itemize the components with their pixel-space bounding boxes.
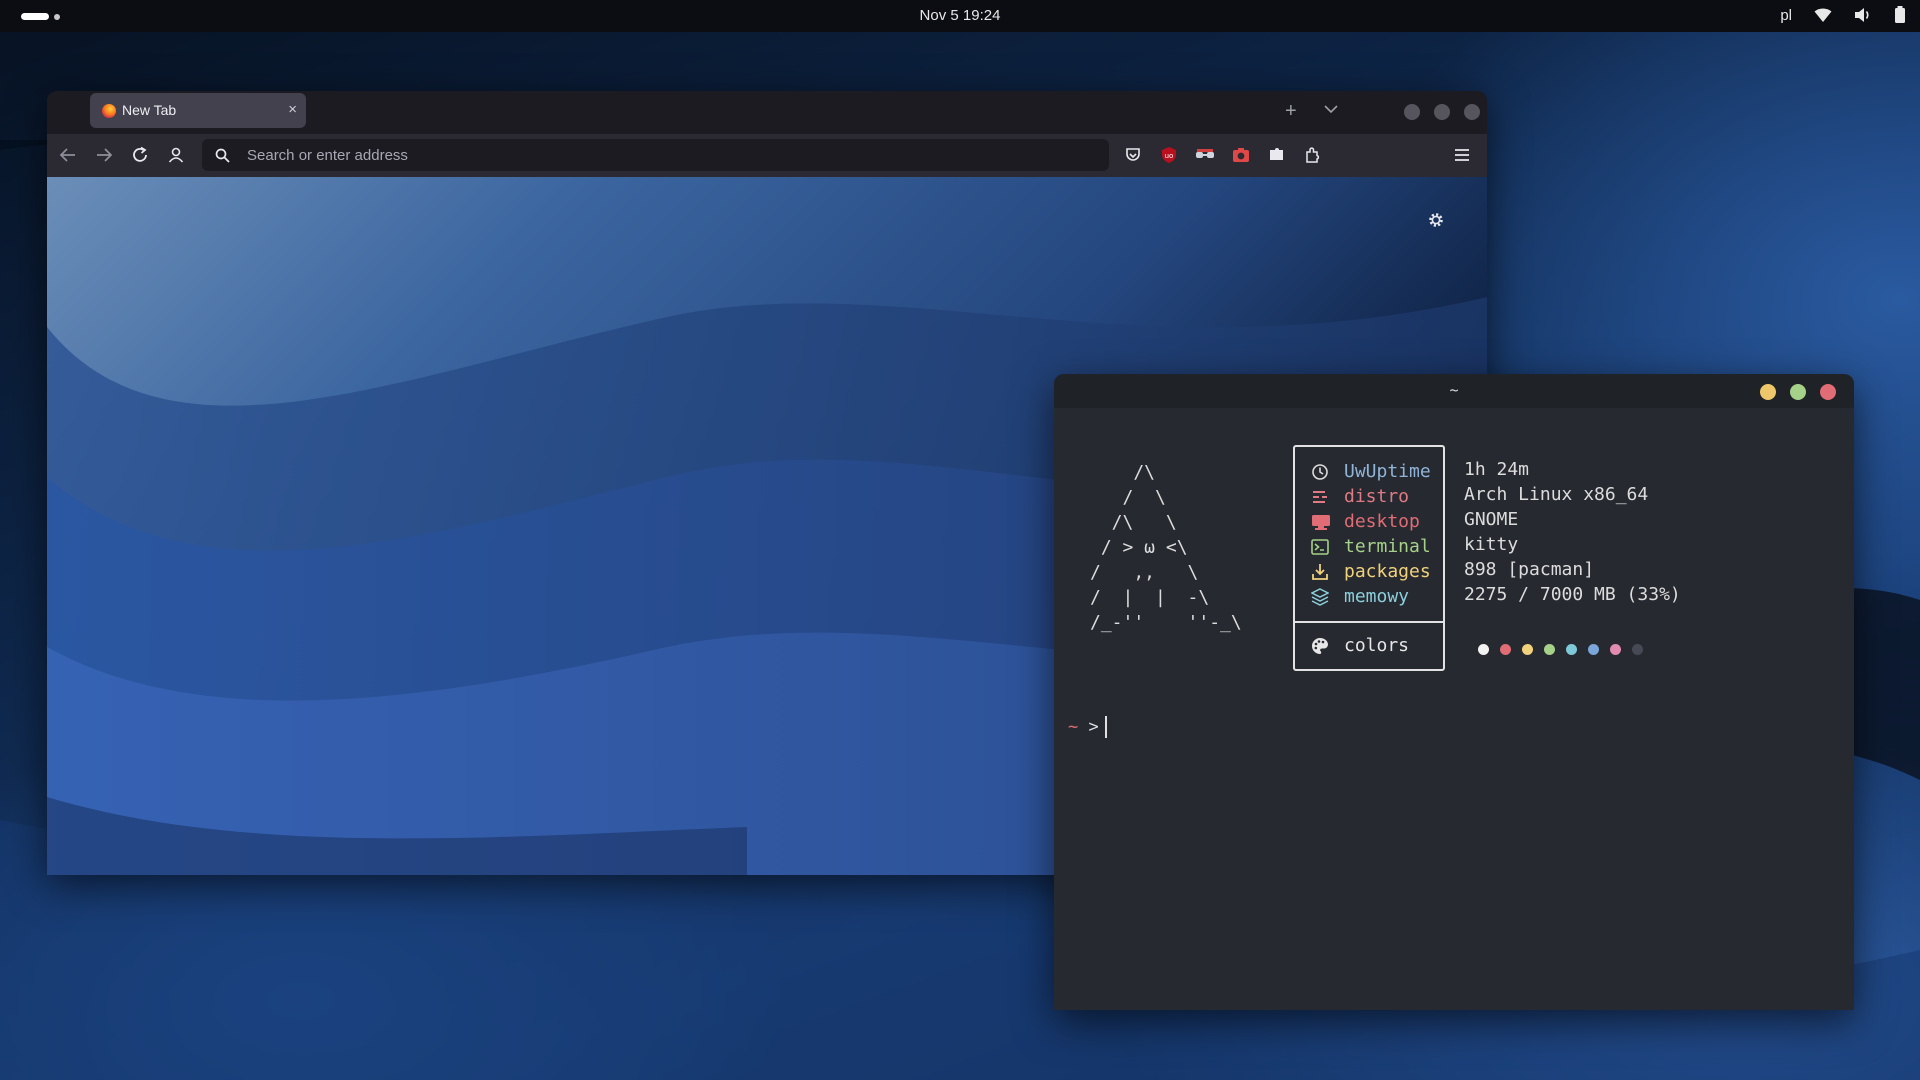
palette-dot: [1500, 644, 1511, 655]
ublock-icon[interactable]: uo: [1159, 145, 1179, 165]
pocket-icon[interactable]: [1123, 145, 1143, 165]
prompt-tilde: ~: [1068, 717, 1079, 737]
new-tab-button[interactable]: +: [1285, 99, 1297, 123]
fetch-info-box: UwUptime distro desktop terminal package…: [1293, 445, 1445, 671]
monitor-icon: [1311, 513, 1330, 531]
prompt-arrow: >: [1088, 717, 1099, 737]
firefox-icon: [102, 104, 116, 118]
tab-list-button[interactable]: [1324, 101, 1338, 119]
fetch-row-uptime: UwUptime: [1295, 459, 1443, 484]
fetch-box-divider: [1295, 621, 1443, 623]
puzzle-icon[interactable]: [1267, 145, 1287, 165]
color-palette: [1478, 644, 1643, 655]
close-button[interactable]: [1820, 384, 1836, 400]
reload-icon[interactable]: [131, 146, 149, 169]
fetch-label: packages: [1344, 561, 1431, 582]
minimize-button[interactable]: [1404, 104, 1420, 120]
workspace-active-indicator[interactable]: [21, 13, 49, 20]
glasses-extension-icon[interactable]: [1195, 145, 1215, 165]
palette-dot: [1566, 644, 1577, 655]
fetch-label: memowy: [1344, 586, 1410, 607]
tab-close-button[interactable]: ×: [288, 100, 297, 120]
fetch-row-distro: distro: [1295, 484, 1443, 509]
url-bar[interactable]: Search or enter address: [202, 139, 1109, 171]
distro-icon: [1311, 488, 1329, 506]
layers-icon: [1310, 588, 1330, 606]
minimize-button[interactable]: [1760, 384, 1776, 400]
tab-bar: New Tab × +: [47, 91, 1487, 134]
tab-new-tab[interactable]: New Tab ×: [90, 93, 306, 128]
close-window-button[interactable]: [1464, 104, 1480, 120]
palette-dot: [1544, 644, 1555, 655]
palette-dot: [1588, 644, 1599, 655]
fetch-value-packages: 898 [pacman]: [1464, 559, 1595, 580]
fetch-row-terminal: terminal: [1295, 534, 1443, 559]
activities-indicator[interactable]: [21, 13, 60, 20]
fetch-label: desktop: [1344, 511, 1420, 532]
fetch-row-packages: packages: [1295, 559, 1443, 584]
palette-dot: [1632, 644, 1643, 655]
palette-icon: [1311, 637, 1329, 655]
menu-icon[interactable]: [1452, 145, 1472, 165]
ascii-art-logo: /\ / \ /\ \ / > ω <\ / ,, \ / | | -\ /_-…: [1090, 462, 1242, 633]
back-icon[interactable]: [59, 146, 77, 169]
fetch-label: terminal: [1344, 536, 1431, 557]
url-placeholder: Search or enter address: [247, 147, 408, 164]
fetch-value-terminal: kitty: [1464, 534, 1519, 555]
terminal-icon: [1311, 538, 1329, 556]
fetch-row-memory: memowy: [1295, 584, 1443, 609]
top-bar: Nov 5 19:24 pl: [0, 0, 1920, 32]
svg-text:uo: uo: [1165, 152, 1174, 160]
account-icon[interactable]: [167, 146, 185, 169]
fetch-label: colors: [1344, 635, 1410, 656]
clock-icon: [1311, 463, 1329, 481]
shell-prompt[interactable]: ~ >: [1068, 715, 1107, 739]
terminal-window: ~ /\ / \ /\ \ / > ω <\ / ,, \ / | | -\ /…: [1054, 374, 1854, 1010]
navigation-toolbar: Search or enter address uo: [47, 134, 1487, 177]
screenshot-extension-icon[interactable]: [1231, 145, 1251, 165]
battery-icon[interactable]: [1894, 6, 1906, 24]
workspace-indicator[interactable]: [54, 13, 60, 20]
text-cursor: [1104, 716, 1107, 738]
terminal-title: ~: [1449, 381, 1459, 399]
fetch-row-desktop: desktop: [1295, 509, 1443, 534]
fetch-value-desktop: GNOME: [1464, 509, 1519, 530]
fetch-row-colors: colors: [1295, 633, 1443, 658]
system-tray[interactable]: pl: [1780, 6, 1906, 24]
maximize-button[interactable]: [1790, 384, 1806, 400]
palette-dot: [1478, 644, 1489, 655]
maximize-button[interactable]: [1434, 104, 1450, 120]
clock[interactable]: Nov 5 19:24: [920, 7, 1001, 24]
volume-icon[interactable]: [1854, 7, 1872, 23]
forward-icon[interactable]: [95, 146, 113, 169]
extensions-icon[interactable]: [1303, 145, 1323, 165]
keyboard-layout-indicator[interactable]: pl: [1780, 7, 1792, 24]
download-icon: [1311, 563, 1329, 581]
fetch-value-memory: 2275 / 7000 MB (33%): [1464, 584, 1681, 605]
fetch-value-uptime: 1h 24m: [1464, 459, 1530, 480]
fetch-label: distro: [1344, 486, 1410, 507]
palette-dot: [1522, 644, 1533, 655]
fetch-value-distro: Arch Linux x86_64: [1464, 484, 1649, 505]
search-icon: [215, 148, 230, 168]
fetch-label: UwUptime: [1344, 461, 1431, 482]
tab-title: New Tab: [122, 102, 177, 118]
terminal-titlebar: ~: [1054, 374, 1854, 408]
palette-dot: [1610, 644, 1621, 655]
wifi-icon[interactable]: [1814, 7, 1832, 23]
